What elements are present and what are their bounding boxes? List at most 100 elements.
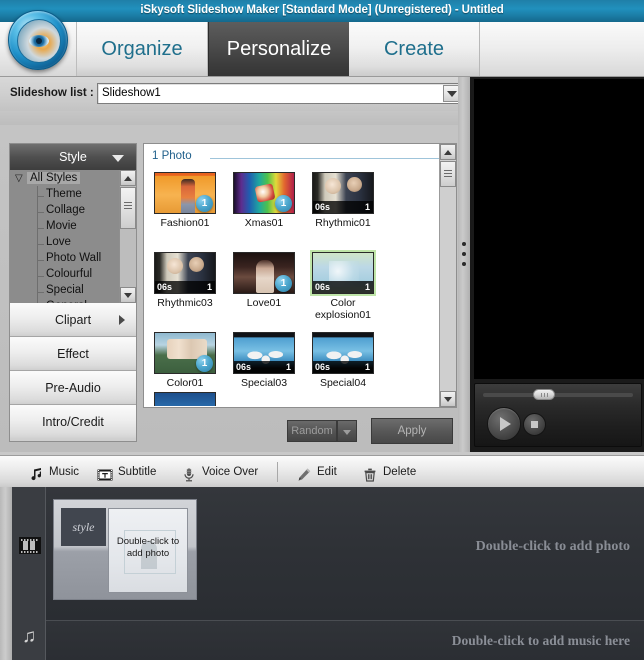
thumbnail-image: 06s 1 [310, 250, 376, 296]
tree-item-love[interactable]: Love [37, 236, 71, 248]
apply-button[interactable]: Apply [371, 418, 453, 444]
thumbnail-rhythmic01[interactable]: 06s 1 Rhythmic01 [312, 172, 374, 229]
timeline-panel: ♫ style Double-click to add photo Double… [0, 487, 644, 660]
slideshow-list-value: Slideshow1 [102, 87, 161, 99]
play-icon [500, 417, 511, 431]
toolbar-item-label: Edit [317, 466, 337, 478]
thumbnail-rhythmic03[interactable]: 06s 1 Rhythmic03 [154, 252, 216, 309]
slideshow-list-combo[interactable]: Slideshow1 [97, 83, 462, 104]
scrollbar-thumb[interactable] [440, 161, 456, 187]
style-tree[interactable]: ▽ All Styles Theme Collage Movie Love Pho… [10, 170, 136, 303]
video-track-hint: Double-click to add photo [475, 539, 630, 554]
accordion-button-clipart[interactable]: Clipart [10, 303, 136, 337]
thumbnail-info-strip: 06s 1 [313, 201, 373, 213]
thumbnail-color-explosion01[interactable]: 06s 1 Color explosion01 [310, 250, 376, 321]
film-strip-icon [19, 537, 41, 554]
clip-photo-slot[interactable]: Double-click to add photo [108, 508, 188, 593]
thumbnail-special04[interactable]: 06s 1 Special04 [312, 332, 374, 389]
scroll-up-button[interactable] [120, 170, 136, 186]
random-dropdown-button[interactable] [337, 420, 357, 442]
tree-item-colourful[interactable]: Colourful [36, 268, 92, 280]
thumbnail-label: Xmas01 [244, 217, 284, 229]
thumbnail-info-strip: 06s 1 [313, 361, 373, 373]
slideshow-list-bar: Slideshow list : Slideshow1 [0, 77, 466, 111]
thumbnail-special03[interactable]: 06s 1 Special03 [233, 332, 295, 389]
slideshow-list-underbar [0, 111, 466, 126]
tab-personalize[interactable]: Personalize [208, 22, 350, 76]
tree-root-all-styles[interactable]: ▽ All Styles [15, 172, 81, 184]
seek-handle-icon[interactable] [533, 389, 555, 400]
tree-item-collage[interactable]: Collage [37, 204, 85, 216]
clip-style-tag: style [61, 508, 106, 546]
accordion-button-effect[interactable]: Effect [10, 337, 136, 371]
tree-item-movie[interactable]: Movie [37, 220, 77, 232]
chevron-down-icon [444, 397, 452, 402]
thumbnail-xmas01[interactable]: 1 Xmas01 [233, 172, 295, 229]
title-bar: iSkysoft Slideshow Maker [Standard Mode]… [0, 0, 644, 23]
tree-item-special[interactable]: Special [37, 284, 84, 296]
toolbar-item-label: Music [49, 466, 80, 478]
play-button[interactable] [487, 407, 521, 441]
thumbnail-image: 06s 1 [312, 172, 374, 214]
stop-button[interactable] [523, 413, 546, 436]
scrollbar-thumb[interactable] [120, 187, 136, 229]
photo-count-label: 1 [206, 282, 212, 292]
twisty-expanded-icon[interactable]: ▽ [15, 173, 27, 184]
photo-count-badge: 1 [275, 195, 292, 212]
accordion-button-intro-credit[interactable]: Intro/Credit [10, 405, 136, 439]
timeline-audio-track[interactable]: Double-click to add music here [46, 621, 644, 660]
scroll-down-button[interactable] [440, 391, 456, 407]
tab-organize[interactable]: Organize [77, 22, 208, 76]
thumbnail-label: Fashion01 [160, 217, 210, 229]
tree-item-theme[interactable]: Theme [37, 188, 82, 200]
tab-create[interactable]: Create [349, 22, 480, 76]
thumbnail-row-peek [154, 392, 216, 406]
thumbnail-label: Love01 [246, 297, 282, 309]
chevron-up-icon [444, 150, 452, 155]
preview-video-surface[interactable] [474, 79, 644, 379]
style-tree-scrollbar[interactable] [119, 170, 136, 303]
vertical-splitter[interactable] [458, 77, 470, 452]
thumbnail-image-partial [154, 392, 216, 406]
timeline-left-gutter [0, 487, 12, 660]
random-button[interactable]: Random [287, 420, 337, 442]
thumbnail-panel-scrollbar[interactable] [439, 144, 456, 407]
thumbnail-group-header: 1 Photo [152, 150, 442, 166]
photo-count-badge: 1 [196, 355, 213, 372]
thumbnail-fashion01[interactable]: 1 Fashion01 [154, 172, 216, 229]
thumbnail-label: Special04 [319, 377, 367, 389]
accordion-header-label: Style [59, 150, 87, 164]
grip-icon [124, 205, 132, 206]
accordion-header-style[interactable]: Style [10, 144, 136, 171]
tree-root-label: All Styles [27, 172, 81, 184]
microphone-icon [181, 464, 197, 482]
seek-bar[interactable] [483, 393, 633, 397]
photo-count-label: 1 [285, 362, 291, 372]
group-header-rule [210, 158, 442, 159]
accordion-button-pre-audio[interactable]: Pre-Audio [10, 371, 136, 405]
toolbar-item-label: Voice Over [202, 466, 259, 478]
thumbnail-image: 1 [233, 252, 295, 294]
thumbnail-love01[interactable]: 1 Love01 [233, 252, 295, 309]
thumbnail-image: 06s 1 [233, 332, 295, 374]
thumbnail-color01[interactable]: 1 Color01 [154, 332, 216, 389]
timeline-clip[interactable]: style Double-click to add photo [53, 499, 197, 600]
photo-count-label: 1 [364, 362, 370, 372]
timeline-video-track[interactable]: style Double-click to add photo Double-c… [46, 487, 644, 621]
style-thumbnail-panel: 1 Photo 1 Fashion01 1 Xmas01 06s 1 Rhyth… [143, 143, 457, 408]
thumbnail-image: 06s 1 [312, 332, 374, 374]
thumbnail-image: 1 [154, 172, 216, 214]
photo-count-label: 1 [364, 282, 370, 292]
audio-track-hint: Double-click to add music here [451, 633, 630, 648]
scroll-up-button[interactable] [440, 144, 456, 160]
clip-photo-hint: Double-click to add photo [116, 536, 180, 559]
caret-down-icon [112, 155, 124, 162]
timeline-track-rail: ♫ [12, 487, 46, 660]
chevron-down-icon [124, 293, 132, 298]
duration-label: 06s [315, 282, 331, 292]
thumbnail-label: Rhythmic01 [315, 217, 371, 229]
tree-item-photo-wall[interactable]: Photo Wall [36, 252, 101, 264]
style-accordion-panel: Style ▽ All Styles Theme Collage Movie Lo… [9, 143, 137, 442]
scroll-down-button[interactable] [120, 287, 136, 303]
thumbnail-image: 1 [154, 332, 216, 374]
